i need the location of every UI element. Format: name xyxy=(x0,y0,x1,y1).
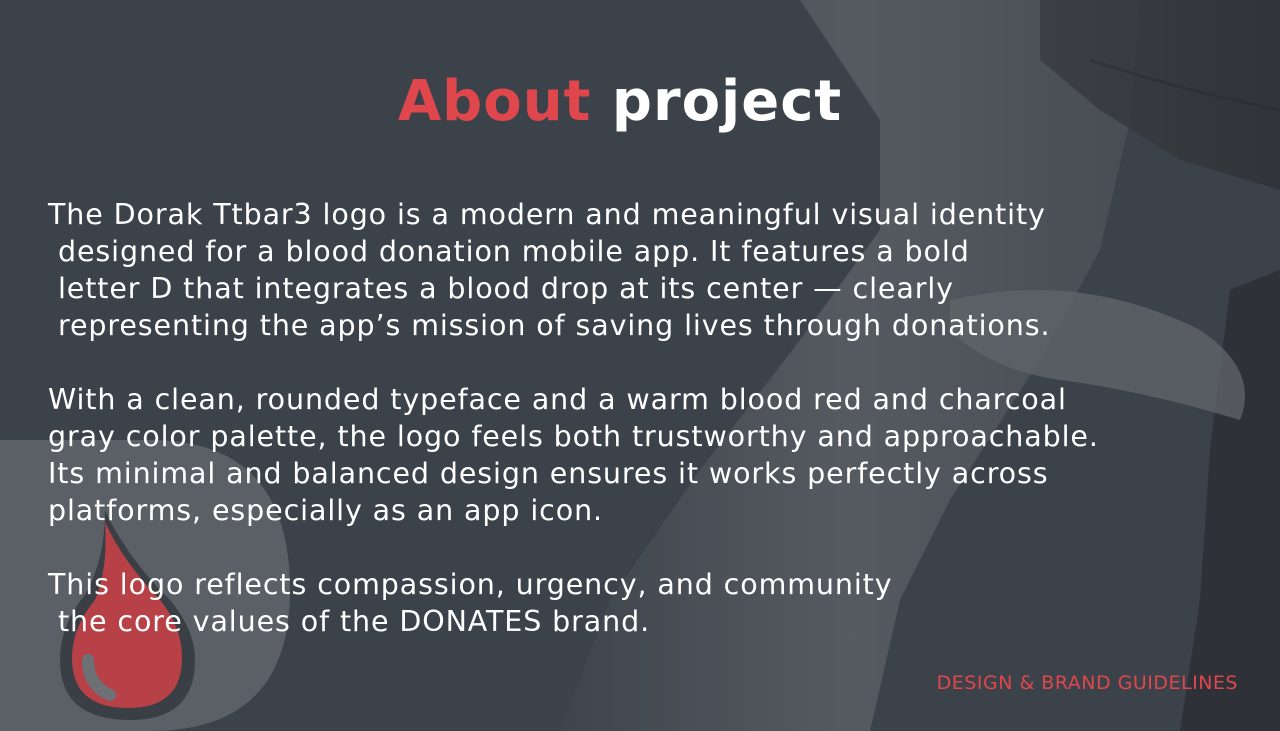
text-line: the core values of the DONATES brand. xyxy=(48,605,651,638)
page-title: About project xyxy=(0,66,1240,138)
paragraph-design: With a clean, rounded typeface and a war… xyxy=(48,381,1273,529)
text-line: platforms, especially as an app icon. xyxy=(48,494,603,527)
text-line: Its minimal and balanced design ensures … xyxy=(48,457,1049,490)
slide: About project The Dorak Ttbar3 logo is a… xyxy=(0,0,1280,731)
paragraph-intro: The Dorak Ttbar3 logo is a modern and me… xyxy=(48,196,1273,344)
text-line: gray color palette, the logo feels both … xyxy=(48,420,1099,453)
project-description: The Dorak Ttbar3 logo is a modern and me… xyxy=(48,196,1273,640)
text-line: designed for a blood donation mobile app… xyxy=(48,235,970,268)
footer-label: DESIGN & BRAND GUIDELINES xyxy=(936,672,1238,694)
text-line: With a clean, rounded typeface and a war… xyxy=(48,383,1067,416)
title-accent-word: About xyxy=(397,69,592,134)
text-line: The Dorak Ttbar3 logo is a modern and me… xyxy=(48,198,1046,231)
text-line: This logo reflects compassion, urgency, … xyxy=(48,568,893,601)
text-line: letter D that integrates a blood drop at… xyxy=(48,272,954,305)
title-rest-word: project xyxy=(611,69,843,134)
text-line: representing the app’s mission of saving… xyxy=(48,309,1051,342)
paragraph-values: This logo reflects compassion, urgency, … xyxy=(48,566,1273,640)
